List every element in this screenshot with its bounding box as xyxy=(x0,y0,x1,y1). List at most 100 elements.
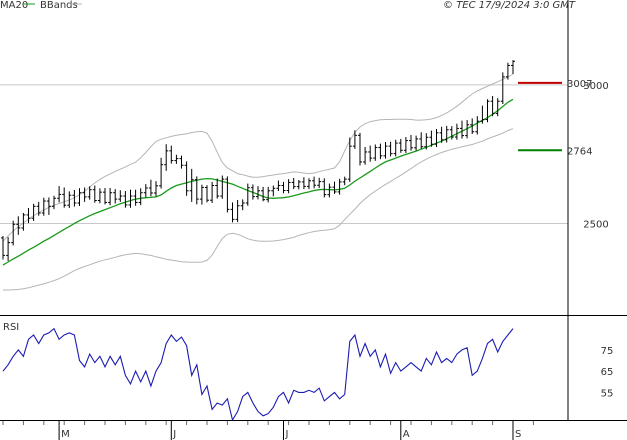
ohlc-bar xyxy=(454,123,459,140)
price-panel: 30072764 3000 2500 xyxy=(0,60,609,291)
rsi-tick-label: 55 xyxy=(601,388,614,399)
level-label: 2764 xyxy=(567,146,592,157)
x-tick-label: S xyxy=(515,429,521,440)
ma20-line xyxy=(2,98,514,266)
ohlc-bar xyxy=(97,188,102,204)
ohlc-bar xyxy=(286,179,291,194)
x-tick-label: J xyxy=(285,429,289,440)
ohlc-bar xyxy=(368,145,373,162)
ohlc-bar xyxy=(261,186,266,202)
ohlc-bar xyxy=(281,181,286,194)
ohlc-bar xyxy=(123,191,128,208)
ohlc-bar xyxy=(337,178,342,195)
ohlc-bar xyxy=(52,195,56,210)
ohlc-bar xyxy=(342,176,347,186)
rsi-tick-label: 65 xyxy=(601,367,614,378)
ohlc-bar xyxy=(327,183,332,198)
ohlc-bar xyxy=(159,157,164,189)
ohlc-bar xyxy=(235,199,240,223)
ohlc-bar xyxy=(490,95,495,117)
ohlc-bar xyxy=(296,179,301,190)
ohlc-bar xyxy=(480,105,485,124)
ohlc-bar xyxy=(419,132,424,149)
x-tick-label: J xyxy=(172,429,176,440)
ohlc-bar xyxy=(363,146,368,165)
ohlc-bar xyxy=(500,72,505,104)
ma20-series xyxy=(2,98,514,266)
ohlc-bar xyxy=(414,135,419,151)
ohlc-bar xyxy=(184,161,189,196)
ohlc-bar xyxy=(475,116,480,135)
ohlc-bar xyxy=(118,190,123,202)
ohlc-bar xyxy=(301,177,306,190)
price-tick-label: 2500 xyxy=(583,220,608,231)
legend-ma20-label: MA20 xyxy=(0,0,28,11)
ohlc-bar xyxy=(409,135,413,151)
rsi-panel: RSI 75 65 55 xyxy=(2,322,614,422)
ohlc-bar xyxy=(31,203,36,222)
ohlc-bar xyxy=(174,154,179,164)
ohlc-bar xyxy=(495,98,500,117)
x-tick-label: M xyxy=(61,429,70,440)
ohlc-bar xyxy=(77,188,82,207)
ohlc-bar xyxy=(210,181,215,203)
ohlc-bar xyxy=(352,130,357,149)
ohlc-bar xyxy=(103,188,107,205)
ohlc-bar xyxy=(511,60,515,75)
ohlc-bar xyxy=(358,132,362,166)
x-axis: MJJAS xyxy=(2,421,534,440)
ohlc-bar xyxy=(62,187,67,208)
price-tick-label: 3000 xyxy=(583,81,608,92)
rsi-tick-label: 75 xyxy=(601,346,614,357)
ohlc-bar xyxy=(245,183,250,206)
ohlc-bar xyxy=(434,128,439,147)
ohlc-bar xyxy=(57,186,62,203)
ohlc-bar xyxy=(143,184,148,198)
chart-canvas: 30072764 3000 2500 RSI 75 65 55 M J J A S MA20 … xyxy=(0,0,627,440)
ohlc-bar xyxy=(46,197,51,215)
ohlc-bar xyxy=(388,141,393,157)
ohlc-bar xyxy=(113,189,118,204)
legend-bbands-label: BBands xyxy=(40,0,78,11)
ohlc-bar xyxy=(215,178,220,199)
ohlc-bar xyxy=(332,181,337,194)
copyright-text: © TEC 17/9/2024 3:0 GMT xyxy=(443,0,576,11)
ohlc-bar xyxy=(256,186,260,200)
ohlc-bar xyxy=(138,188,143,206)
rsi-series xyxy=(2,327,514,422)
ohlc-bar xyxy=(154,181,158,197)
ohlc-bar xyxy=(92,185,97,203)
ohlc-bar xyxy=(291,178,296,190)
ohlc-bar xyxy=(444,125,449,143)
ohlc-bar xyxy=(41,197,46,216)
ohlc-bar xyxy=(230,202,235,223)
ohlc-bar xyxy=(307,178,311,190)
ohlc-bar xyxy=(199,184,204,205)
ohlc-bar xyxy=(6,237,11,261)
ohlc-bar xyxy=(398,138,403,153)
ohlc-bar xyxy=(108,188,113,206)
ohlc-bar xyxy=(378,143,383,160)
ohlc-bar xyxy=(460,120,464,139)
ohlc-bar xyxy=(266,186,271,203)
bollinger-bands xyxy=(2,73,514,291)
ohlc-bar xyxy=(383,141,388,159)
rsi-title: RSI xyxy=(3,322,19,333)
ohlc-bar xyxy=(148,179,153,197)
ohlc-bar xyxy=(220,175,225,199)
price-bars xyxy=(1,60,515,261)
panel-frames xyxy=(0,0,627,421)
chart-header: MA20 BBands © TEC 17/9/2024 3:0 GMT xyxy=(0,0,576,11)
ohlc-bar xyxy=(179,155,184,169)
rsi-line xyxy=(2,327,514,422)
price-levels: 30072764 xyxy=(518,79,592,157)
ohlc-bar xyxy=(505,62,510,80)
ohlc-bar xyxy=(205,185,209,203)
ohlc-bar xyxy=(276,180,281,192)
ohlc-bar xyxy=(429,130,434,147)
ohlc-bar xyxy=(393,139,398,157)
ohlc-bar xyxy=(133,189,138,206)
rsi-axis: 75 65 55 xyxy=(601,346,614,400)
ohlc-bar xyxy=(403,136,408,154)
ohlc-bar xyxy=(240,199,245,211)
